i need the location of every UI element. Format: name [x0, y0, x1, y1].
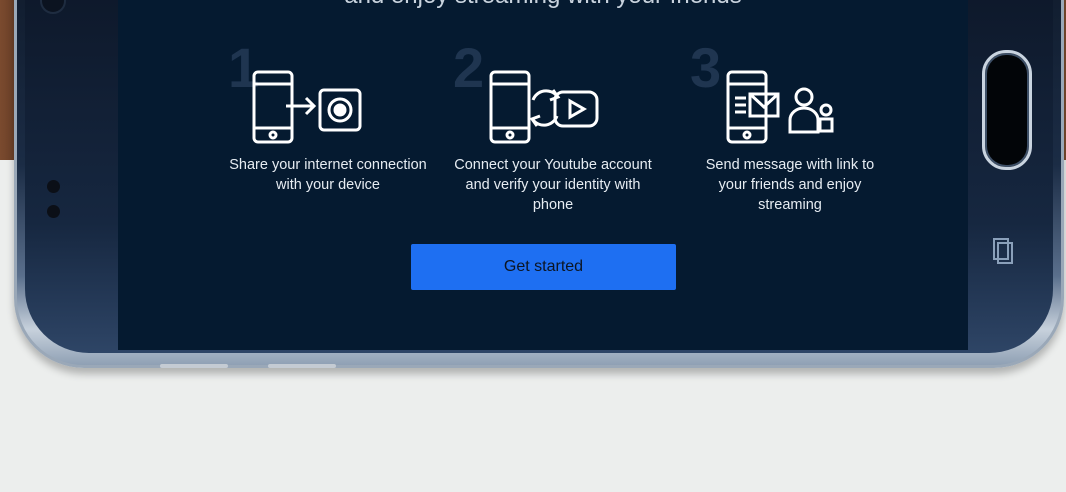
step-3: 3 Send message with link to your friends… — [690, 40, 890, 220]
step-1: 1 Share your internet connection with yo… — [228, 40, 428, 220]
step-description: Send message with link to your friends a… — [705, 157, 875, 213]
speaker-dot-icon — [47, 205, 60, 218]
headline-text: and enjoy streaming with your friends — [118, 0, 968, 10]
step-description: Connect your Youtube account and verify … — [454, 157, 652, 213]
onboarding-screen: and enjoy streaming with your friends 1 … — [118, 0, 968, 350]
side-key — [268, 364, 336, 368]
step-number: 3 — [690, 36, 722, 99]
phone-message-friends-icon — [726, 70, 834, 144]
home-button[interactable] — [982, 50, 1032, 170]
step-number: 2 — [453, 36, 485, 99]
phone-sync-youtube-icon — [489, 70, 599, 144]
phone-share-icon — [252, 70, 362, 144]
speaker-dot-icon — [47, 180, 60, 193]
step-2: 2 Connect your Youtube account and verif… — [453, 40, 653, 220]
side-key — [160, 364, 228, 368]
step-description: Share your internet connection with your… — [229, 157, 427, 193]
recent-apps-icon[interactable] — [992, 236, 1014, 266]
get-started-button[interactable]: Get started — [411, 244, 676, 290]
